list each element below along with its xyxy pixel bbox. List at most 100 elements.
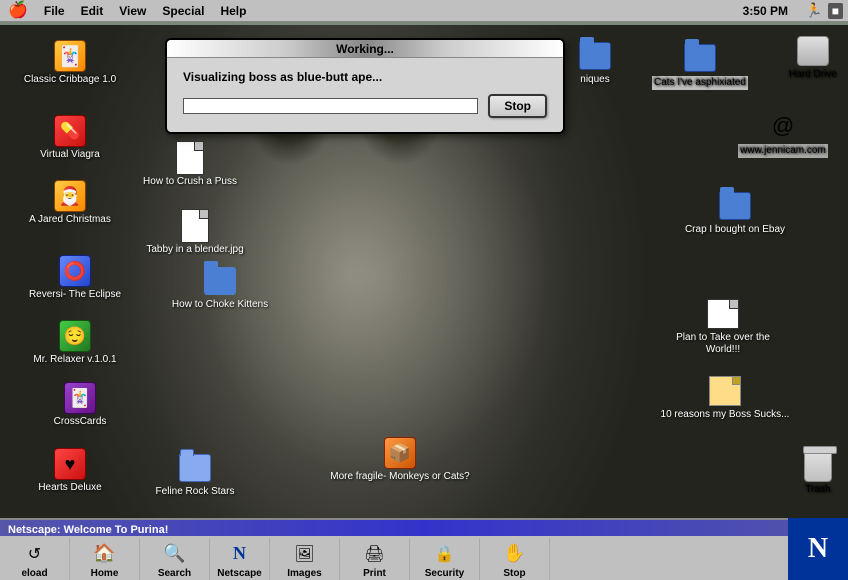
10-reasons-label: 10 reasons my Boss Sucks... xyxy=(661,409,790,421)
tb-netscape[interactable]: N Netscape xyxy=(210,538,270,580)
icon-how-to-choke[interactable]: How to Choke Kittens xyxy=(165,265,275,311)
security-label: Security xyxy=(425,568,464,579)
taskbar-buttons: ↺ eload 🏠 Home 🔍 Search N Netscape 🖼 Ima… xyxy=(0,536,848,580)
print-icon: 🖨 xyxy=(363,542,387,566)
classic-cribbage-label: Classic Cribbage 1.0 xyxy=(24,74,116,86)
how-to-choke-label: How to Choke Kittens xyxy=(172,299,268,311)
tb-reload[interactable]: ↺ eload xyxy=(0,538,70,580)
stop-icon: ✋ xyxy=(503,542,527,566)
icon-more-fragile[interactable]: 📦 More fragile- Monkeys or Cats? xyxy=(330,437,470,483)
home-icon: 🏠 xyxy=(93,542,117,566)
print-label: Print xyxy=(363,568,386,579)
reload-label: eload xyxy=(21,568,47,579)
search-icon: 🔍 xyxy=(163,542,187,566)
images-label: Images xyxy=(287,568,321,579)
icon-10-reasons[interactable]: 10 reasons my Boss Sucks... xyxy=(660,375,790,421)
menu-special[interactable]: Special xyxy=(154,0,212,22)
crosscards-icon: 🃏 xyxy=(64,382,96,414)
how-to-crush-label: How to Crush a Puss xyxy=(143,176,237,188)
tb-images[interactable]: 🖼 Images xyxy=(270,538,340,580)
clock-display: 3:50 PM xyxy=(743,4,788,18)
reversi-label: Reversi- The Eclipse xyxy=(29,289,121,301)
hearts-deluxe-icon: ♥ xyxy=(54,448,86,480)
progress-bar xyxy=(183,98,478,114)
icon-tabby-blender[interactable]: Tabby in a blender.jpg xyxy=(140,210,250,256)
working-dialog: Working... Visualizing boss as blue-butt… xyxy=(165,38,565,134)
tabby-blender-label: Tabby in a blender.jpg xyxy=(146,244,243,256)
10-reasons-icon xyxy=(709,375,741,407)
menu-file[interactable]: File xyxy=(36,0,73,22)
jennicam-icon: @ xyxy=(767,110,799,142)
battery-icon: ■ xyxy=(828,3,843,19)
netscape-logo-area[interactable]: N xyxy=(788,518,848,580)
tb-print[interactable]: 🖨 Print xyxy=(340,538,410,580)
security-icon: 🔒 xyxy=(433,542,457,566)
menu-right-icons: 🏃 ■ xyxy=(805,2,843,19)
tb-search[interactable]: 🔍 Search xyxy=(140,538,210,580)
dialog-titlebar: Working... xyxy=(167,40,563,58)
icon-feline-rock-stars[interactable]: Feline Rock Stars xyxy=(140,452,250,498)
icon-jennicam[interactable]: @ www.jennicam.com xyxy=(738,110,828,158)
hard-drive-label: Hard Drive xyxy=(789,69,837,81)
icon-crosscards[interactable]: 🃏 CrossCards xyxy=(25,382,135,428)
icon-trash[interactable]: Trash xyxy=(788,450,848,496)
plan-world-label: Plan to Take over the World!!! xyxy=(658,332,788,356)
dialog-title: Working... xyxy=(336,42,394,56)
apple-menu-item[interactable]: 🍎 xyxy=(0,0,36,22)
tb-home[interactable]: 🏠 Home xyxy=(70,538,140,580)
reversi-icon: ⭕ xyxy=(59,255,91,287)
crap-ebay-icon xyxy=(719,190,751,222)
icon-mr-relaxer[interactable]: 😌 Mr. Relaxer v.1.0.1 xyxy=(20,320,130,366)
netscape-n-logo: N xyxy=(808,533,828,565)
menu-view[interactable]: View xyxy=(111,0,154,22)
icon-hard-drive[interactable]: Hard Drive xyxy=(778,35,848,81)
icon-crap-ebay[interactable]: Crap I bought on Ebay xyxy=(680,190,790,236)
search-label: Search xyxy=(158,568,191,579)
how-to-choke-icon xyxy=(204,265,236,297)
icon-how-to-crush[interactable]: How to Crush a Puss xyxy=(140,142,240,188)
cats-asphyxiated-icon xyxy=(684,42,716,74)
stop-label: Stop xyxy=(503,568,525,579)
trash-label: Trash xyxy=(805,484,830,496)
icon-reversi[interactable]: ⭕ Reversi- The Eclipse xyxy=(20,255,130,301)
virtual-viagra-icon: 💊 xyxy=(54,115,86,147)
crap-ebay-label: Crap I bought on Ebay xyxy=(685,224,785,236)
taskbar: Netscape: Welcome To Purina! ↺ eload 🏠 H… xyxy=(0,518,848,580)
jared-christmas-icon: 🎅 xyxy=(54,180,86,212)
home-label: Home xyxy=(91,568,119,579)
reload-icon: ↺ xyxy=(23,542,47,566)
classic-cribbage-icon: 🃏 xyxy=(54,40,86,72)
icon-hearts-deluxe[interactable]: ♥ Hearts Deluxe xyxy=(20,448,120,494)
menu-help[interactable]: Help xyxy=(212,0,254,22)
icon-cats-asphyxiated[interactable]: Cats I've asphixiated xyxy=(650,42,750,90)
menubar: 🍎 File Edit View Special Help 3:50 PM 🏃 … xyxy=(0,0,848,22)
more-fragile-label: More fragile- Monkeys or Cats? xyxy=(330,471,470,483)
virtual-viagra-label: Virtual Viagra xyxy=(40,149,100,161)
menu-edit[interactable]: Edit xyxy=(73,0,112,22)
techniques-label: niques xyxy=(580,74,609,86)
icon-virtual-viagra[interactable]: 💊 Virtual Viagra xyxy=(20,115,120,161)
jennicam-label: www.jennicam.com xyxy=(738,144,828,158)
netscape-label: Netscape xyxy=(217,568,261,579)
more-fragile-icon: 📦 xyxy=(384,437,416,469)
mr-relaxer-label: Mr. Relaxer v.1.0.1 xyxy=(33,354,116,366)
netscape-icon: N xyxy=(228,542,252,566)
tabby-blender-icon xyxy=(179,210,211,242)
hearts-deluxe-label: Hearts Deluxe xyxy=(38,482,101,494)
feline-rock-stars-icon xyxy=(179,452,211,484)
techniques-icon xyxy=(579,40,611,72)
icon-techniques[interactable]: niques xyxy=(555,40,635,86)
icon-plan-world[interactable]: Plan to Take over the World!!! xyxy=(658,298,788,356)
tb-stop[interactable]: ✋ Stop xyxy=(480,538,550,580)
dialog-message: Visualizing boss as blue-butt ape... xyxy=(183,70,547,84)
images-icon: 🖼 xyxy=(293,542,317,566)
icon-classic-cribbage[interactable]: 🃏 Classic Cribbage 1.0 xyxy=(20,40,120,86)
plan-world-icon xyxy=(707,298,739,330)
how-to-crush-icon xyxy=(174,142,206,174)
stop-button[interactable]: Stop xyxy=(488,94,547,118)
desktop: 🍎 File Edit View Special Help 3:50 PM 🏃 … xyxy=(0,0,848,580)
tb-security[interactable]: 🔒 Security xyxy=(410,538,480,580)
runner-icon: 🏃 xyxy=(805,2,822,19)
crosscards-label: CrossCards xyxy=(54,416,107,428)
icon-a-jared-christmas[interactable]: 🎅 A Jared Christmas xyxy=(15,180,125,226)
